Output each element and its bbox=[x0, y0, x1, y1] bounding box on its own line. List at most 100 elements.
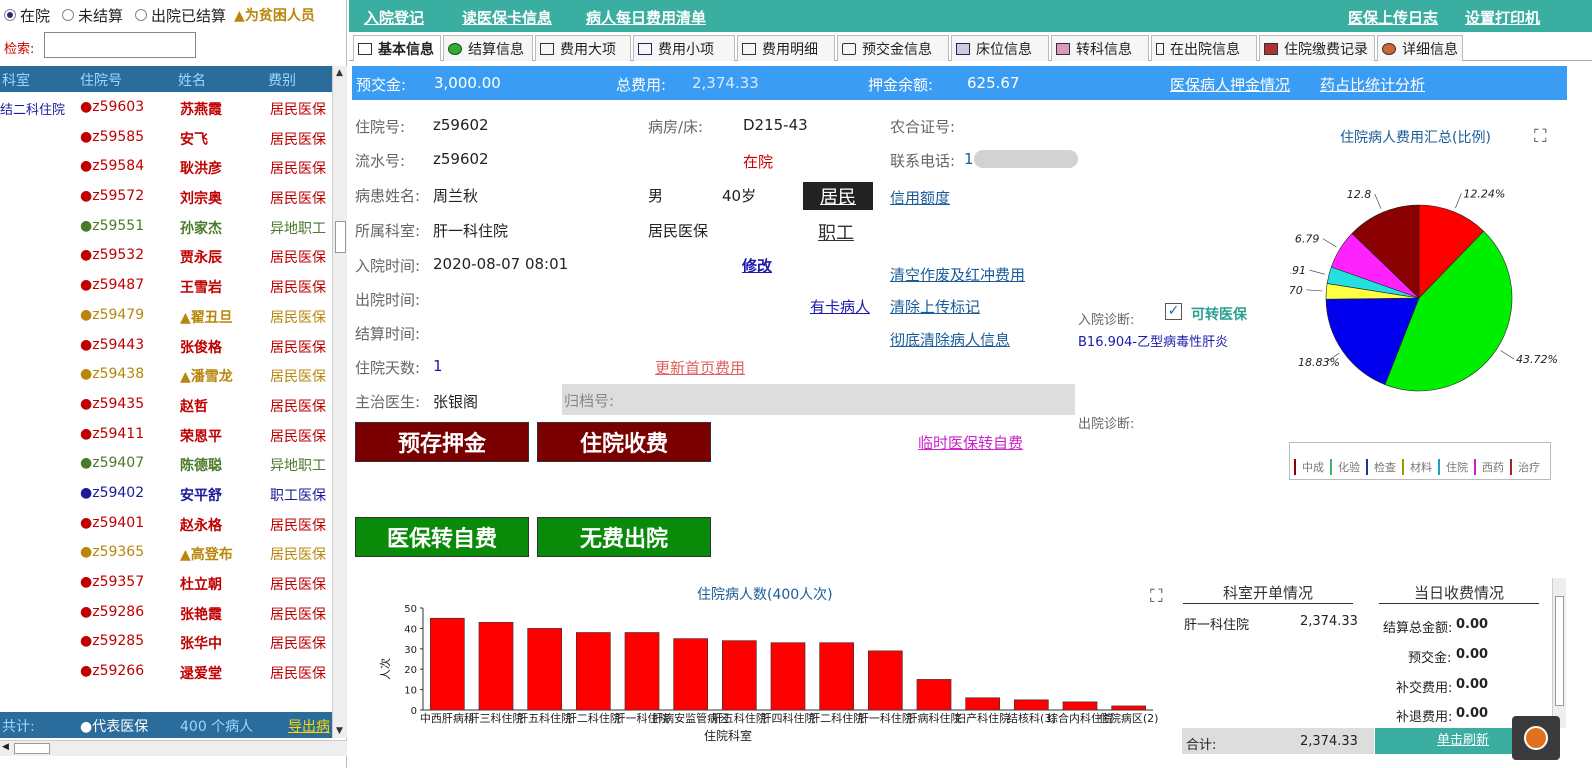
x-tick-label: 肝四科住院 bbox=[761, 711, 816, 725]
row-name: ▲高登布 bbox=[180, 547, 233, 564]
tab-bar: 基本信息 结算信息 费用大项 费用小项 费用明细 预交金信息 床位信息 转科信息… bbox=[349, 35, 1592, 61]
bar bbox=[721, 640, 757, 711]
table-row[interactable]: ●z59487 王雪岩 居民医保 bbox=[0, 272, 332, 302]
tab-detail[interactable]: 详细信息 bbox=[1377, 35, 1463, 61]
to-self-pay-button[interactable]: 医保转自费 bbox=[355, 517, 529, 557]
col-id[interactable]: 住院号 bbox=[80, 70, 122, 90]
tab-bed[interactable]: 床位信息 bbox=[951, 35, 1049, 61]
table-row[interactable]: ●z59435 赵哲 居民医保 bbox=[0, 391, 332, 421]
card-patient-link[interactable]: 有卡病人 bbox=[810, 296, 870, 317]
expand-icon[interactable]: ⛶ bbox=[1534, 126, 1547, 147]
resident-button[interactable]: 居民 bbox=[803, 182, 873, 210]
tab-fee-detail[interactable]: 费用明细 bbox=[737, 35, 835, 61]
table-row[interactable]: ●z59357 杜立朝 居民医保 bbox=[0, 569, 332, 599]
name-label: 病患姓名: bbox=[355, 187, 421, 205]
total-label: 合计: bbox=[1186, 738, 1217, 753]
nav-daily-fee[interactable]: 病人每日费用清单 bbox=[586, 7, 706, 28]
patient-list-header: 科室 住院号 姓名 费别 bbox=[0, 66, 332, 92]
col-dept[interactable]: 科室 bbox=[2, 70, 30, 90]
tab-label: 在出院信息 bbox=[1170, 41, 1240, 58]
charge-button[interactable]: 住院收费 bbox=[537, 422, 711, 462]
col-type[interactable]: 费别 bbox=[268, 70, 296, 90]
radio-unsettled[interactable]: 未结算 bbox=[58, 5, 123, 26]
insurance-deposit-link[interactable]: 医保病人押金情况 bbox=[1170, 74, 1290, 95]
archive-field[interactable]: 归档号: bbox=[562, 384, 1075, 415]
scroll-thumb[interactable] bbox=[335, 221, 346, 253]
row-type: 居民医保 bbox=[270, 250, 326, 267]
table-row[interactable]: ●z59266 逯爱堂 居民医保 bbox=[0, 658, 332, 688]
table-row[interactable]: ●z59479 ▲翟丑旦 居民医保 bbox=[0, 302, 332, 332]
table-row[interactable]: ●z59411 荣恩平 居民医保 bbox=[0, 421, 332, 451]
pie-leader bbox=[1309, 269, 1326, 275]
table-row[interactable]: ●z59584 耿洪彦 居民医保 bbox=[0, 153, 332, 183]
credit-limit-link[interactable]: 信用额度 bbox=[890, 187, 950, 208]
list-hscrollbar[interactable]: ◀ bbox=[0, 740, 347, 756]
clear-upload-link[interactable]: 清除上传标记 bbox=[890, 296, 980, 317]
nav-read-card[interactable]: 读医保卡信息 bbox=[462, 7, 552, 28]
corner-widget[interactable] bbox=[1512, 716, 1560, 760]
table-row[interactable]: ●z59572 刘宗奥 居民医保 bbox=[0, 183, 332, 213]
table-row[interactable]: ●z59532 贾永辰 居民医保 bbox=[0, 242, 332, 272]
patient-count-bar-chart: 01020304050中西肝病科肝三科住院肝五科住院肝二科住院肝一科住院肝病安监… bbox=[378, 604, 1158, 743]
gear-icon bbox=[1524, 726, 1548, 750]
worker-button[interactable]: 职工 bbox=[818, 219, 854, 245]
tab-prepay[interactable]: 预交金信息 bbox=[837, 35, 949, 61]
table-icon bbox=[638, 42, 652, 55]
pie-label: 18.83% bbox=[1298, 356, 1340, 369]
transferable-checkbox[interactable]: ✓ bbox=[1165, 303, 1182, 320]
scroll-up-icon[interactable]: ▲ bbox=[336, 68, 343, 78]
bar bbox=[527, 628, 562, 711]
tab-payment-record[interactable]: 住院缴费记录 bbox=[1259, 35, 1375, 61]
table-row[interactable]: 结二科住院 ●z59603 苏燕霞 居民医保 bbox=[0, 94, 332, 124]
total-label: 总费用: bbox=[616, 76, 667, 94]
table-row[interactable]: ●z59585 安飞 居民医保 bbox=[0, 124, 332, 154]
tab-fee-major[interactable]: 费用大项 bbox=[535, 35, 631, 61]
row-id: ●z59435 bbox=[80, 395, 145, 412]
hscroll-thumb[interactable] bbox=[14, 743, 50, 754]
update-fee-link[interactable]: 更新首页费用 bbox=[655, 357, 745, 378]
table-row[interactable]: ●z59286 张艳霞 居民医保 bbox=[0, 599, 332, 629]
table-row[interactable]: ●z59401 赵永格 居民医保 bbox=[0, 510, 332, 540]
drug-ratio-link[interactable]: 药占比统计分析 bbox=[1320, 74, 1425, 95]
table-row[interactable]: ●z59407 陈德聪 异地职工 bbox=[0, 450, 332, 480]
footer-count: 400 个病人 bbox=[180, 719, 254, 735]
scroll-thumb[interactable] bbox=[1555, 596, 1564, 706]
table-row[interactable]: ●z59438 ▲潘雪龙 居民医保 bbox=[0, 361, 332, 391]
search-input[interactable] bbox=[44, 32, 196, 58]
row-id: ●z59443 bbox=[80, 336, 145, 353]
table-icon bbox=[742, 42, 756, 55]
list-vscrollbar[interactable]: ▲ ▼ bbox=[332, 66, 347, 738]
panel-vscrollbar[interactable] bbox=[1552, 578, 1566, 728]
admit-diagnosis: B16.904-乙型病毒性肝炎 bbox=[1078, 335, 1229, 350]
bar bbox=[965, 697, 1001, 711]
tab-fee-minor[interactable]: 费用小项 bbox=[633, 35, 735, 61]
scroll-down-icon[interactable]: ▼ bbox=[336, 726, 343, 736]
tab-settlement[interactable]: 结算信息 bbox=[443, 35, 533, 61]
tab-basic[interactable]: 基本信息 bbox=[353, 35, 441, 61]
record-icon bbox=[1264, 42, 1278, 55]
free-discharge-button[interactable]: 无费出院 bbox=[537, 517, 711, 557]
col-name[interactable]: 姓名 bbox=[178, 70, 206, 90]
clear-void-link[interactable]: 清空作废及红冲费用 bbox=[890, 264, 1025, 285]
table-row[interactable]: ●z59443 张俊格 居民医保 bbox=[0, 332, 332, 362]
table-row[interactable]: ●z59285 张华中 居民医保 bbox=[0, 628, 332, 658]
daily-charge-title: 当日收费情况 bbox=[1379, 582, 1539, 604]
table-row[interactable]: ●z59551 孙家杰 异地职工 bbox=[0, 213, 332, 243]
row-type: 异地职工 bbox=[270, 220, 326, 237]
radio-discharged[interactable]: 出院已结算 bbox=[131, 5, 226, 26]
radio-inpatient[interactable]: 在院 bbox=[0, 5, 50, 26]
bar bbox=[429, 617, 465, 711]
table-row[interactable]: ●z59365 ▲高登布 居民医保 bbox=[0, 539, 332, 569]
tab-inout[interactable]: 在出院信息 bbox=[1151, 35, 1257, 61]
nav-upload-log[interactable]: 医保上传日志 bbox=[1348, 7, 1438, 28]
nav-admission[interactable]: 入院登记 bbox=[364, 7, 424, 28]
modify-link[interactable]: 修改 bbox=[742, 255, 772, 276]
tab-transfer[interactable]: 转科信息 bbox=[1051, 35, 1149, 61]
deposit-button[interactable]: 预存押金 bbox=[355, 422, 529, 462]
table-row[interactable]: ●z59402 安平舒 职工医保 bbox=[0, 480, 332, 510]
temp-to-self-link[interactable]: 临时医保转自费 bbox=[918, 432, 1023, 453]
purge-patient-link[interactable]: 彻底清除病人信息 bbox=[890, 329, 1010, 350]
nav-set-printer[interactable]: 设置打印机 bbox=[1465, 7, 1540, 28]
scroll-left-icon[interactable]: ◀ bbox=[2, 742, 9, 752]
export-link[interactable]: 导出病 bbox=[288, 716, 332, 736]
